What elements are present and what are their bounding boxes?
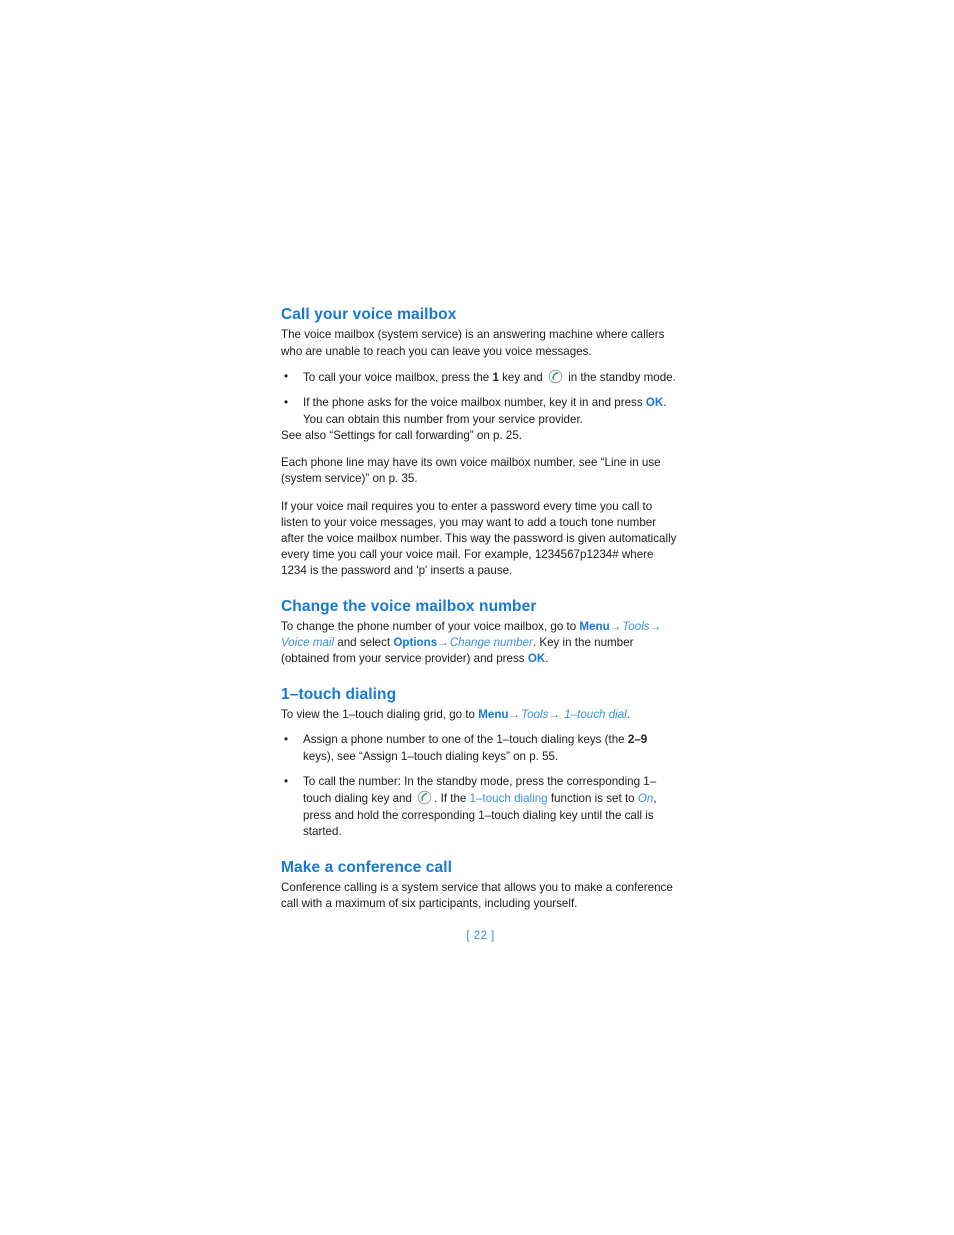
heading-change-the-voice-mailbox-number: Change the voice mailbox number: [281, 597, 537, 615]
list-item: • If the phone asks for the voice mailbox…: [281, 395, 680, 428]
menu-label-menu: Menu: [478, 707, 509, 721]
text-part: To change the phone number of your voice…: [281, 620, 580, 633]
menu-label-tools: Tools: [622, 620, 650, 633]
list-item: • To call the number: In the standby mode…: [281, 774, 680, 841]
feature-label-one-touch-dialing: 1–touch dialing: [469, 792, 548, 806]
text-part: .: [626, 707, 630, 721]
arrow-icon: →: [548, 707, 560, 721]
paragraph-one-touch-dialing-grid: To view the 1–touch dialing grid, go to …: [281, 707, 680, 723]
list-item: • To call your voice mailbox, press the 1…: [281, 369, 680, 386]
menu-label-tools: Tools: [521, 707, 549, 721]
heading-make-a-conference-call: Make a conference call: [281, 858, 453, 876]
arrow-icon: →: [437, 636, 449, 650]
paragraph-conference-call-intro: Conference calling is a system service t…: [281, 881, 673, 911]
menu-label-menu: Menu: [579, 620, 610, 633]
bullet-dot-icon: •: [284, 396, 289, 410]
menu-label-change-number: Change number: [449, 636, 533, 650]
page-number: [ 22 ]: [466, 929, 495, 942]
menu-label-one-touch-dial: 1–touch dial: [564, 707, 627, 721]
bullet-text-part: To call your voice mailbox, press the: [303, 370, 493, 384]
bullet-text-part: Assign a phone number to one of the 1–to…: [303, 733, 628, 747]
bullet-list-call-voice-mailbox: • To call your voice mailbox, press the 1…: [281, 369, 680, 428]
paragraph-change-voice-mailbox-number: To change the phone number of your voice…: [281, 619, 680, 668]
bullet-text-part: . If the: [434, 792, 470, 806]
bullet-dot-icon: •: [284, 775, 289, 788]
text-part: .: [545, 652, 549, 666]
bullet-text-part: If the phone asks for the voice mailbox …: [303, 396, 646, 410]
document-page-content: Call your voice mailbox The voice mailbo…: [281, 305, 680, 912]
arrow-icon: →: [609, 620, 622, 633]
bullet-text-part: function is set to: [547, 792, 638, 806]
bullet-text-part: key and: [498, 370, 546, 384]
bullet-text-part: in the standby mode.: [564, 370, 676, 384]
bullet-list-one-touch-dialing: • Assign a phone number to one of the 1–t…: [281, 732, 680, 840]
paragraph-line-in-use: Each phone line may have its own voice m…: [281, 456, 661, 486]
heading-one-touch-dialing: 1–touch dialing: [281, 685, 397, 703]
list-item: • Assign a phone number to one of the 1–t…: [281, 732, 680, 765]
heading-call-your-voice-mailbox: Call your voice mailbox: [281, 306, 457, 323]
bullet-text-part: keys), see “Assign 1–touch dialing keys”…: [303, 749, 559, 763]
text-part: and select: [334, 636, 394, 650]
call-key-icon: [548, 369, 563, 384]
paragraph-see-also-call-forwarding: See also “Settings for call forwarding” …: [281, 429, 523, 442]
bullet-dot-icon: •: [284, 369, 289, 383]
bullet-dot-icon: •: [284, 733, 289, 747]
arrow-icon: →: [508, 707, 521, 721]
text-part: To view the 1–touch dialing grid, go to: [281, 707, 479, 721]
arrow-icon: →: [649, 620, 662, 633]
paragraph-voice-mailbox-intro: The voice mailbox (system service) is an…: [281, 328, 665, 358]
softkey-label-options: Options: [393, 636, 438, 650]
softkey-label-ok: OK: [527, 652, 546, 666]
softkey-label-ok: OK: [645, 396, 664, 410]
setting-value-on: On: [637, 792, 654, 806]
menu-label-voice-mail: Voice mail: [281, 636, 335, 650]
paragraph-password-touch-tone: If your voice mail requires you to enter…: [281, 499, 677, 578]
key-range-label: 2–9: [627, 733, 648, 747]
call-key-icon: [417, 790, 432, 805]
